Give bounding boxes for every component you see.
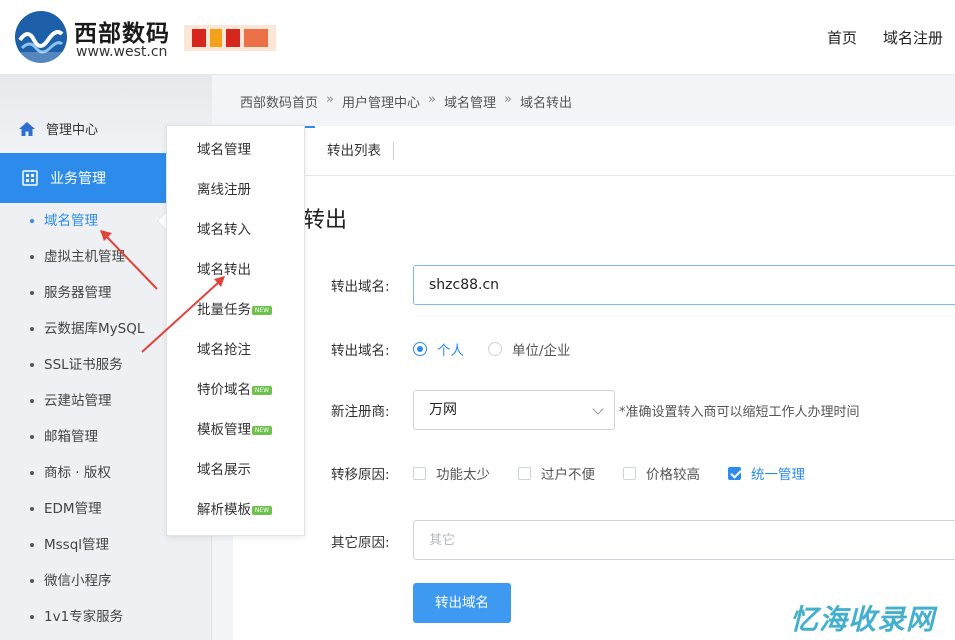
sidebar-item-label: 邮箱管理	[44, 429, 98, 445]
checkbox-label: 统一管理	[751, 467, 805, 483]
other-reason-label: 其它原因:	[331, 535, 390, 551]
new-badge: NEW	[252, 305, 272, 315]
radio-dot-icon	[413, 342, 427, 356]
submenu-label: 域名展示	[197, 462, 251, 478]
registrar-label: 新注册商:	[331, 404, 390, 420]
checkbox-label: 功能太少	[436, 467, 490, 483]
top-nav: 首页 域名注册	[827, 27, 943, 48]
domain-label: 转出域名:	[331, 279, 390, 295]
sidebar-item-label: 服务器管理	[44, 285, 112, 301]
sidebar-item-label: 虚拟主机管理	[44, 249, 125, 265]
submenu-label: 离线注册	[197, 182, 251, 198]
logo-name: 西部数码	[74, 21, 170, 47]
type-label: 转出域名:	[331, 343, 390, 359]
watermark: 忆海收录网	[790, 603, 936, 636]
sidebar-item-label: EDM管理	[44, 501, 102, 517]
submenu-transfer-out[interactable]: 域名转出	[167, 250, 304, 290]
domain-submenu: 域名管理 离线注册 域名转入 域名转出 批量任务 NEW 域名抢注 特价域名 NEW…	[166, 125, 305, 536]
transfer-out-button[interactable]: 转出域名	[413, 583, 511, 623]
breadcrumb-home[interactable]: 西部数码首页	[240, 92, 318, 111]
submenu-label: 域名管理	[197, 142, 251, 158]
new-badge: NEW	[252, 505, 272, 515]
radio-company[interactable]: 单位/企业	[488, 339, 571, 359]
sidebar-item-label: 微信小程序	[44, 573, 112, 589]
checkbox-few-features[interactable]: 功能太少	[413, 463, 490, 483]
radio-personal-label: 个人	[437, 343, 464, 359]
submenu-special-price[interactable]: 特价域名 NEW	[167, 370, 304, 410]
checkbox-checked-icon	[728, 466, 741, 480]
reason-label: 转移原因:	[331, 467, 390, 483]
tab-transfer-list[interactable]: 转出列表	[327, 142, 394, 160]
submenu-label: 解析模板	[197, 502, 251, 518]
sidebar-item-label: Mssql管理	[44, 537, 110, 553]
main-panel: 转出列表 转出 转出域名: 转出域名: 个人 单位/企业 新注册商: 万网 *准…	[233, 126, 955, 640]
radio-dot-icon	[488, 342, 502, 356]
submenu-domain-showcase[interactable]: 域名展示	[167, 450, 304, 490]
sidebar-item-expert[interactable]: 1v1专家服务	[0, 599, 212, 635]
logo-url: www.west.cn	[76, 44, 168, 60]
submenu-label: 特价域名	[197, 382, 251, 398]
breadcrumb-current: 域名转出	[519, 96, 572, 111]
management-center-link[interactable]: 管理中心	[18, 119, 98, 138]
reason-checkbox-group: 功能太少 过户不便 价格较高 统一管理	[413, 463, 805, 483]
submenu-label: 域名抢注	[197, 342, 251, 358]
checkbox-icon	[623, 466, 636, 480]
submenu-label: 域名转入	[197, 222, 251, 238]
owner-type-radio-group: 个人 单位/企业	[413, 339, 571, 359]
submenu-label: 批量任务	[197, 302, 251, 318]
breadcrumb-sep: »	[503, 92, 512, 107]
checkbox-icon	[413, 466, 426, 480]
checkbox-unified-management[interactable]: 统一管理	[728, 463, 805, 483]
checkbox-label: 过户不便	[541, 467, 595, 483]
business-management-item[interactable]: 业务管理	[0, 153, 166, 203]
other-reason-input[interactable]	[413, 520, 955, 560]
management-center-label: 管理中心	[46, 123, 99, 138]
submenu-label: 模板管理	[197, 422, 251, 438]
nav-domain-register[interactable]: 域名注册	[883, 27, 943, 48]
tab-bar: 转出列表	[233, 126, 955, 176]
checkbox-price-high[interactable]: 价格较高	[623, 463, 700, 483]
anniversary-badge-icon	[184, 25, 276, 51]
breadcrumb-sep: »	[326, 92, 334, 107]
registrar-select[interactable]: 万网	[413, 390, 615, 430]
checkbox-transfer-inconvenient[interactable]: 过户不便	[518, 463, 595, 483]
new-badge: NEW	[252, 425, 272, 435]
breadcrumb-domain-mgmt[interactable]: 域名管理	[444, 92, 496, 111]
submenu-domain-mgmt[interactable]: 域名管理	[167, 130, 304, 170]
top-header: 西部数码 www.west.cn 首页 域名注册	[0, 0, 955, 75]
submenu-batch-tasks[interactable]: 批量任务 NEW	[167, 290, 304, 330]
domain-input[interactable]	[413, 265, 955, 305]
submenu-dns-template[interactable]: 解析模板 NEW	[167, 490, 304, 530]
sidebar-item-label: 云建站管理	[44, 393, 112, 409]
new-badge: NEW	[252, 385, 272, 395]
sidebar-item-label: 1v1专家服务	[44, 609, 124, 625]
registrar-hint: *准确设置转入商可以缩短工作人办理时间	[619, 405, 860, 420]
chevron-down-icon	[592, 403, 604, 415]
grid-icon	[22, 170, 38, 186]
submenu-label: 域名转出	[197, 262, 251, 278]
sidebar-item-label: 域名管理	[44, 213, 98, 229]
sidebar-item-miniprogram[interactable]: 微信小程序	[0, 563, 212, 599]
nav-home[interactable]: 首页	[827, 27, 857, 48]
radio-company-label: 单位/企业	[512, 343, 571, 359]
breadcrumb-sep: »	[428, 92, 436, 107]
submenu-snap-register[interactable]: 域名抢注	[167, 330, 304, 370]
sidebar-item-label: 商标 · 版权	[44, 465, 111, 481]
submenu-transfer-in[interactable]: 域名转入	[167, 210, 304, 250]
business-management-label: 业务管理	[50, 171, 106, 187]
west-logo-icon[interactable]	[14, 10, 68, 64]
page-title: 转出	[303, 208, 348, 233]
radio-personal[interactable]: 个人	[413, 339, 464, 359]
breadcrumb: 西部数码首页 » 用户管理中心 » 域名管理 » 域名转出	[240, 92, 572, 111]
sidebar-item-label: 云数据库MySQL	[44, 321, 145, 337]
submenu-offline-register[interactable]: 离线注册	[167, 170, 304, 210]
submenu-template-mgmt[interactable]: 模板管理 NEW	[167, 410, 304, 450]
checkbox-label: 价格较高	[646, 467, 700, 483]
breadcrumb-user-center[interactable]: 用户管理中心	[342, 92, 420, 111]
sidebar-item-label: SSL证书服务	[44, 357, 123, 373]
home-icon	[19, 121, 35, 136]
registrar-selected-value: 万网	[429, 402, 457, 418]
checkbox-icon	[518, 466, 531, 480]
